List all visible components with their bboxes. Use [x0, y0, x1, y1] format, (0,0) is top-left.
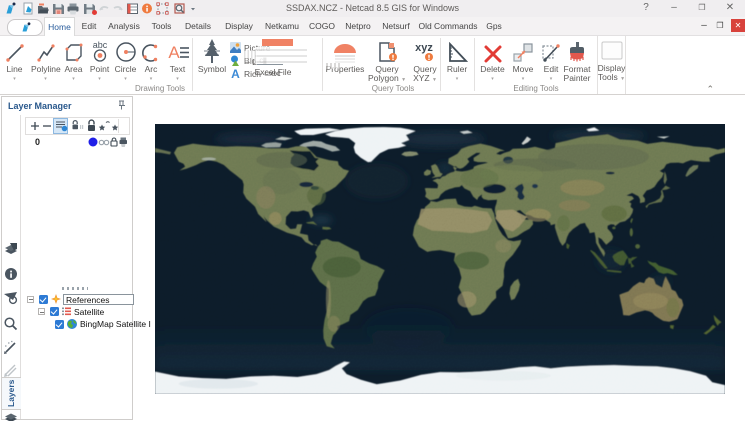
svg-text:abc: abc	[92, 40, 107, 50]
svg-text:A: A	[168, 43, 180, 62]
svg-text:xyz: xyz	[415, 42, 433, 54]
